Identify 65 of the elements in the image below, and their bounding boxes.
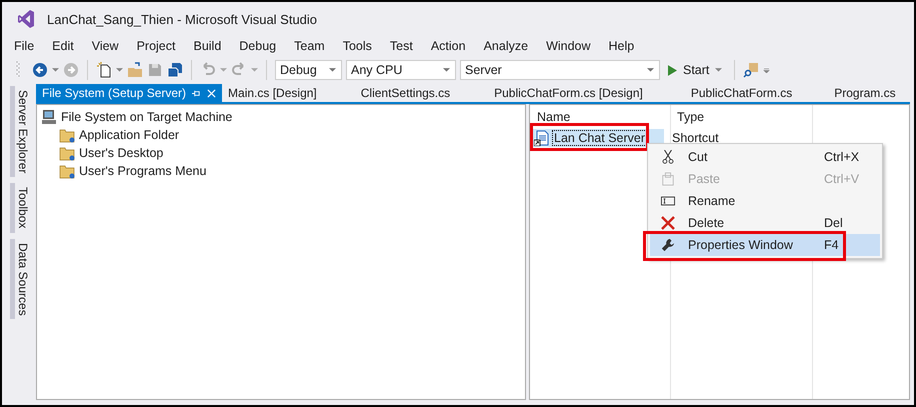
- computer-icon: [41, 109, 57, 125]
- menu-item[interactable]: Debug: [239, 39, 288, 53]
- forward-icon[interactable]: [63, 62, 79, 78]
- menu-item[interactable]: Project: [136, 39, 186, 53]
- menu-item[interactable]: Edit: [52, 39, 85, 53]
- menu-item[interactable]: Build: [193, 39, 232, 53]
- platform-dropdown[interactable]: Any CPU: [346, 60, 456, 80]
- shortcut-file-icon: [534, 130, 550, 146]
- tree-item[interactable]: Application Folder: [79, 128, 180, 142]
- folder-icon: [59, 163, 75, 179]
- caret-icon[interactable]: [116, 68, 123, 72]
- overflow-icon[interactable]: [763, 68, 770, 72]
- rename-icon: [661, 194, 675, 208]
- menu-item[interactable]: Action: [430, 39, 477, 53]
- scissors-icon: [661, 150, 675, 164]
- caret-icon: [443, 68, 450, 72]
- caret-icon: [647, 68, 654, 72]
- close-icon[interactable]: [207, 88, 216, 98]
- menu-item[interactable]: Help: [608, 39, 646, 53]
- find-in-files-icon[interactable]: [743, 62, 760, 78]
- menu-item[interactable]: Tools: [342, 39, 383, 53]
- folder-icon: [59, 127, 75, 143]
- menu-item[interactable]: Rename: [650, 190, 880, 212]
- menu-item[interactable]: View: [92, 39, 130, 53]
- configuration-dropdown[interactable]: Debug: [275, 60, 342, 80]
- delete-icon: [661, 216, 675, 230]
- menu-item[interactable]: Test: [390, 39, 424, 53]
- caret-icon: [715, 68, 722, 72]
- menu-item[interactable]: Properties Window F4: [650, 234, 880, 256]
- column-header[interactable]: Name: [530, 110, 670, 124]
- save-all-icon[interactable]: [167, 62, 183, 78]
- document-tab[interactable]: PublicChatForm.cs: [684, 84, 798, 102]
- caret-icon[interactable]: [52, 68, 59, 72]
- menu-item[interactable]: Analyze: [484, 39, 540, 53]
- caret-icon[interactable]: [220, 68, 227, 72]
- startup-project-dropdown[interactable]: Server: [460, 60, 660, 80]
- tree-item[interactable]: File System on Target Machine: [61, 110, 232, 124]
- menu-item[interactable]: Team: [294, 39, 336, 53]
- tree-item[interactable]: User's Desktop: [79, 146, 164, 160]
- clipboard-icon: [661, 172, 675, 186]
- document-tab[interactable]: File System (Setup Server): [36, 84, 222, 102]
- start-button[interactable]: Start: [664, 63, 726, 77]
- document-tab[interactable]: PublicChatForm.cs [Design]: [488, 84, 649, 102]
- menu-item[interactable]: Cut Ctrl+X: [650, 146, 880, 168]
- menu-item[interactable]: Window: [546, 39, 602, 53]
- wrench-icon: [661, 238, 675, 252]
- caret-icon[interactable]: [251, 68, 258, 72]
- visual-studio-logo: [18, 10, 34, 28]
- menu-item[interactable]: File: [14, 39, 46, 53]
- document-tab[interactable]: ClientSettings.cs: [354, 84, 456, 102]
- document-tab[interactable]: Main.cs [Design]: [222, 84, 323, 102]
- column-header[interactable]: Type: [670, 110, 810, 124]
- play-icon: [668, 64, 677, 76]
- window-title: LanChat_Sang_Thien - Microsoft Visual Studio: [47, 12, 318, 26]
- tree-item[interactable]: User's Programs Menu: [79, 164, 206, 178]
- menu-item[interactable]: Delete Del: [650, 212, 880, 234]
- back-icon[interactable]: [32, 62, 48, 78]
- open-folder-icon[interactable]: [127, 62, 143, 78]
- table-cell-text: Shortcut: [671, 131, 719, 145]
- document-tab[interactable]: Program.cs: [828, 84, 902, 102]
- pin-icon[interactable]: [192, 88, 202, 98]
- folder-icon: [59, 145, 75, 161]
- new-file-icon[interactable]: [96, 62, 112, 78]
- shortcut-list-item[interactable]: Lan Chat Server: [530, 129, 664, 147]
- caret-icon: [329, 68, 336, 72]
